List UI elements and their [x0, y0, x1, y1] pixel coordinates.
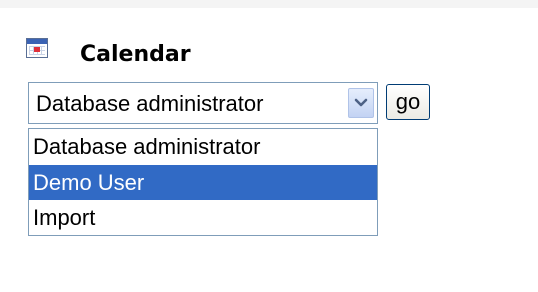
dropdown-option-database-administrator[interactable]: Database administrator: [29, 129, 377, 164]
user-select-value: Database administrator: [36, 91, 264, 116]
user-select[interactable]: Database administrator: [28, 82, 378, 124]
go-button[interactable]: go: [386, 84, 430, 120]
dropdown-arrow-button[interactable]: [348, 88, 374, 118]
chevron-down-icon: [354, 98, 368, 107]
user-select-dropdown[interactable]: Database administrator Demo User Import: [28, 128, 378, 236]
dropdown-option-import[interactable]: Import: [29, 200, 377, 235]
calendar-icon: [26, 38, 48, 58]
calendar-title: Calendar: [80, 42, 191, 67]
dropdown-option-demo-user[interactable]: Demo User: [29, 165, 377, 200]
